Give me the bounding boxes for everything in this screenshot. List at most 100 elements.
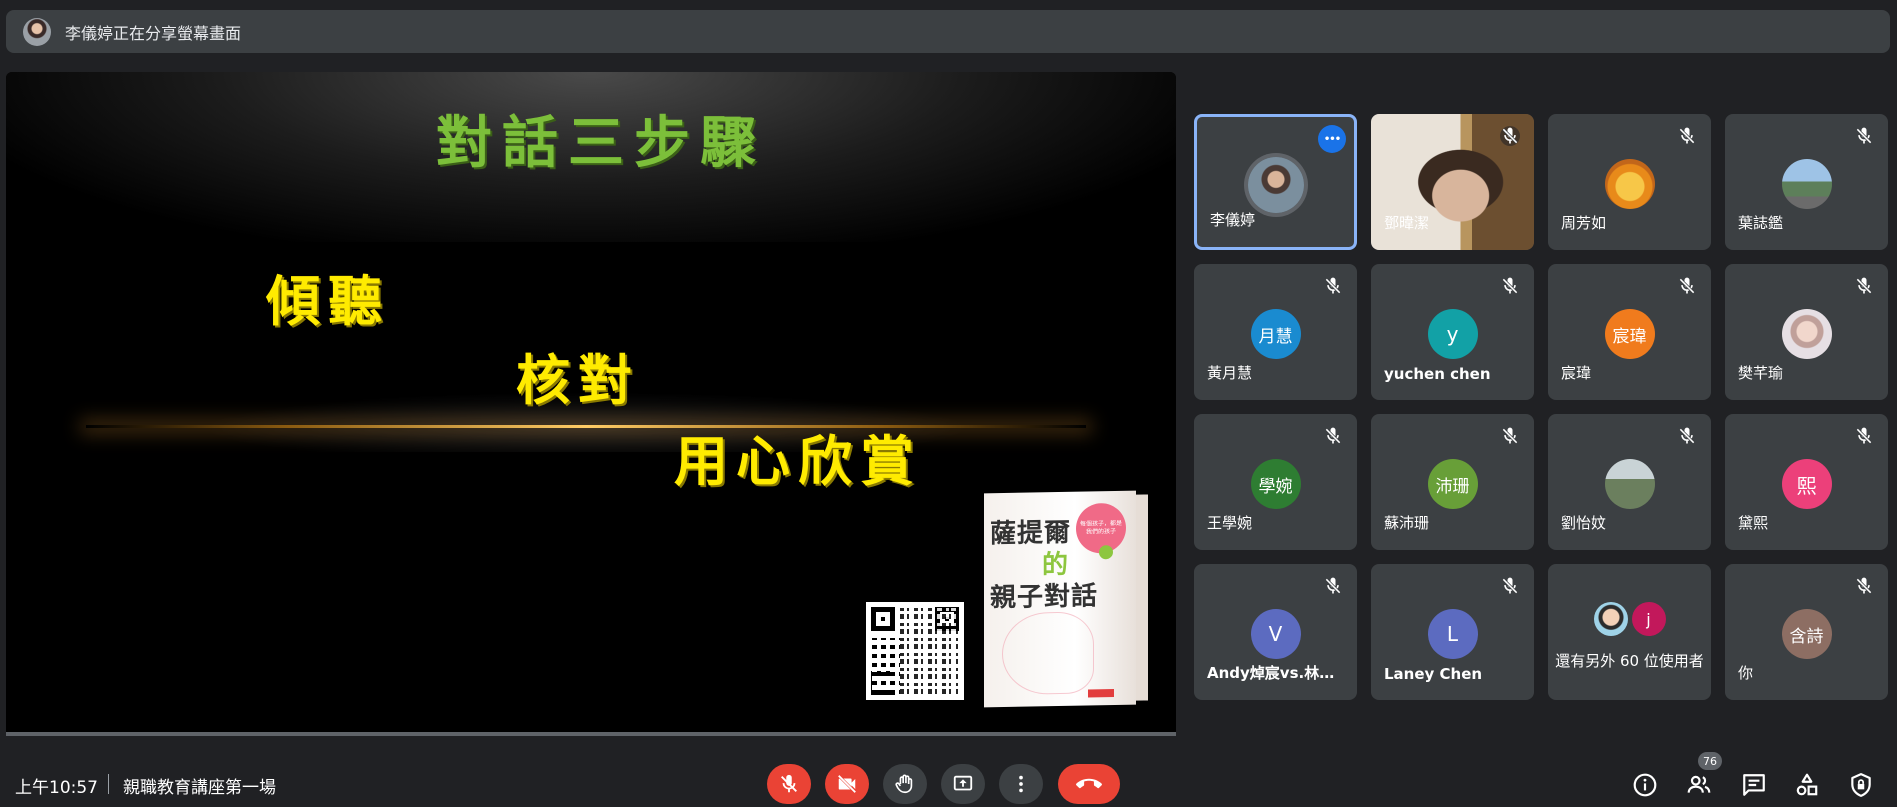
participant-tile[interactable]: 周芳如	[1548, 114, 1711, 250]
bottom-bar: 上午10:57 親職教育講座第一場 76	[0, 752, 1897, 807]
participant-tile[interactable]: j 還有另外 60 位使用者	[1548, 564, 1711, 700]
mic-off-icon	[1502, 277, 1518, 294]
camera-off-icon	[837, 774, 857, 794]
participant-tile[interactable]: 劉怡妏	[1548, 414, 1711, 550]
participant-tile[interactable]: 月慧黃月慧	[1194, 264, 1357, 400]
mic-off-icon	[1502, 427, 1518, 444]
meeting-time: 上午10:57	[15, 778, 98, 798]
muted-indicator	[1854, 276, 1874, 296]
avatar	[1604, 459, 1655, 509]
people-icon[interactable]	[1686, 772, 1712, 798]
participant-name: yuchen chen	[1384, 365, 1491, 383]
mic-off-icon	[1502, 577, 1518, 594]
participant-tile[interactable]: 熙黛熙	[1725, 414, 1888, 550]
participant-name: Laney Chen	[1384, 665, 1483, 683]
meeting-title[interactable]: 親職教育講座第一場	[123, 773, 276, 798]
participant-tile[interactable]: 含詩你	[1725, 564, 1888, 700]
participant-tile[interactable]: 沛珊 蘇沛珊	[1371, 414, 1534, 550]
participant-tile[interactable]: 樊芊瑜	[1725, 264, 1888, 400]
avatar: y	[1427, 309, 1478, 359]
participant-tile[interactable]: 宸瑋 宸瑋	[1548, 264, 1711, 400]
info-icon[interactable]	[1632, 772, 1658, 798]
avatar	[1604, 159, 1655, 209]
more-vert-icon	[1019, 775, 1023, 793]
muted-indicator	[1323, 576, 1343, 596]
slide-step-1: 傾聽	[266, 269, 390, 333]
mic-off-icon	[1325, 277, 1341, 294]
muted-indicator	[1854, 576, 1874, 596]
others-count-text: 還有另外 60 位使用者	[1555, 652, 1704, 670]
muted-indicator	[1500, 426, 1520, 446]
avatar: j	[1631, 602, 1666, 636]
more-options-button[interactable]	[999, 764, 1043, 804]
avatar: L	[1427, 609, 1478, 659]
presentation-banner: 李儀婷正在分享螢幕畫面	[6, 10, 1890, 53]
avatar: 學婉	[1250, 459, 1301, 509]
participant-name: 葉誌鑑	[1738, 214, 1784, 232]
slide-title: 對話三步驟	[436, 110, 766, 176]
participant-tile[interactable]: 學婉王學婉	[1194, 414, 1357, 550]
people-count-badge: 76	[1698, 752, 1722, 770]
avatar: V	[1250, 609, 1301, 659]
mic-off-icon	[1856, 277, 1872, 294]
participant-tile[interactable]: 鄧暐潔	[1371, 114, 1534, 250]
participant-name: 宸瑋	[1561, 364, 1592, 382]
muted-indicator	[1500, 276, 1520, 296]
participant-tile[interactable]: y yuchen chen	[1371, 264, 1534, 400]
participant-name: 樊芊瑜	[1738, 364, 1784, 382]
others-summary: j 還有另外 60 位使用者	[1548, 602, 1711, 671]
participant-tile[interactable]: 葉誌鑑	[1725, 114, 1888, 250]
camera-toggle-button[interactable]	[825, 764, 869, 804]
participant-name: 周芳如	[1561, 214, 1607, 232]
participant-name: 劉怡妏	[1561, 514, 1607, 532]
avatar	[1781, 309, 1832, 359]
muted-indicator	[1500, 576, 1520, 596]
activities-icon[interactable]	[1794, 772, 1820, 798]
mic-off-icon	[1502, 127, 1518, 144]
muted-indicator	[1500, 126, 1520, 146]
avatar	[1593, 602, 1628, 636]
hand-icon	[895, 774, 913, 794]
avatar	[1781, 159, 1832, 209]
muted-indicator	[1854, 426, 1874, 446]
mic-off-icon	[1856, 427, 1872, 444]
mic-off-icon	[1679, 277, 1695, 294]
mic-off-icon	[1679, 127, 1695, 144]
end-call-icon	[1076, 778, 1102, 789]
book-title-line3: 親子對話	[990, 581, 1099, 614]
participant-name: 王學婉	[1207, 514, 1253, 532]
participant-tile[interactable]: 李儀婷 •••	[1194, 114, 1357, 250]
participant-name: 鄧暐潔	[1384, 214, 1430, 232]
muted-indicator	[1323, 426, 1343, 446]
tile-options-button[interactable]: •••	[1318, 125, 1346, 153]
participant-tile[interactable]: L Laney Chen	[1371, 564, 1534, 700]
mic-off-icon	[1679, 427, 1695, 444]
present-icon	[953, 775, 973, 791]
slide-step-3: 用心欣賞	[674, 429, 922, 493]
muted-indicator	[1677, 426, 1697, 446]
participant-name: 黃月慧	[1207, 364, 1253, 382]
presenter-avatar	[23, 17, 51, 46]
avatar: 沛珊	[1427, 459, 1478, 509]
book-cover: 薩提爾 的 親子對話 每個孩子，都是我們的孩子	[984, 490, 1148, 708]
mic-off-icon	[1325, 427, 1341, 444]
presenting-text: 李儀婷正在分享螢幕畫面	[65, 23, 242, 43]
mic-off-icon	[1856, 577, 1872, 594]
avatar: 宸瑋	[1604, 309, 1655, 359]
present-screen-button[interactable]	[941, 764, 985, 804]
avatar: 熙	[1781, 459, 1832, 509]
slide-step-2: 核對	[516, 348, 640, 412]
muted-indicator	[1677, 276, 1697, 296]
host-controls-icon[interactable]	[1848, 772, 1874, 798]
mic-off-icon	[1325, 577, 1341, 594]
participant-tile[interactable]: V Andy焯宸vs.林源...	[1194, 564, 1357, 700]
participant-name: Andy焯宸vs.林源...	[1207, 664, 1347, 682]
avatar	[1247, 157, 1304, 213]
leave-call-button[interactable]	[1058, 764, 1120, 804]
chat-icon[interactable]	[1741, 772, 1767, 798]
raise-hand-button[interactable]	[883, 764, 927, 804]
mic-off-icon	[781, 774, 797, 793]
mic-toggle-button[interactable]	[767, 764, 811, 804]
qr-code	[866, 602, 964, 700]
avatar: 月慧	[1250, 309, 1301, 359]
